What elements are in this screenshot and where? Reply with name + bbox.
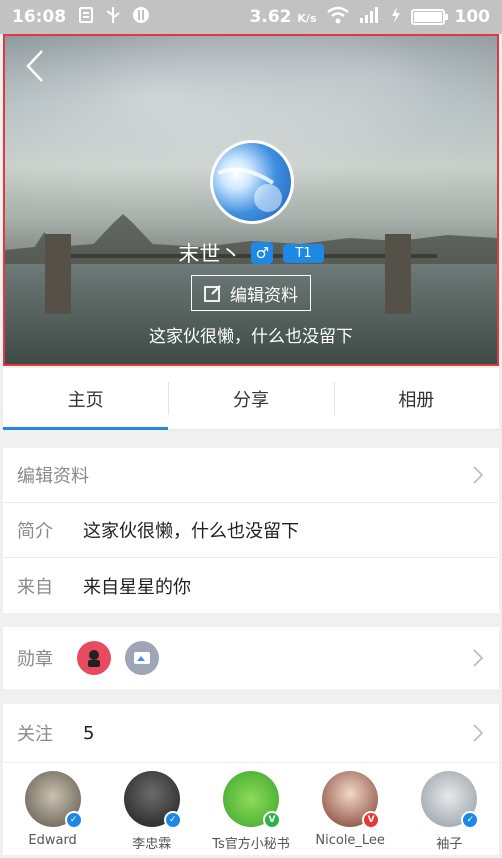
chevron-right-icon bbox=[471, 647, 485, 669]
edit-icon bbox=[204, 285, 221, 302]
info-section: 编辑资料 简介 这家伙很懒，什么也没留下 来自 来自星星的你 bbox=[3, 448, 499, 613]
following-user[interactable]: ✓ 李忠霖 bbox=[112, 771, 192, 855]
profile-name-row: 末世丶 ♂ T1 bbox=[5, 238, 497, 268]
verified-icon: ✓ bbox=[163, 811, 182, 829]
profile-tabs: 主页 分享 相册 bbox=[3, 368, 499, 430]
medals-row[interactable]: 勋章 bbox=[3, 627, 499, 689]
edit-profile-row[interactable]: 编辑资料 bbox=[3, 448, 499, 503]
back-arrow-icon bbox=[26, 50, 43, 82]
following-user[interactable]: V Nicole_Lee bbox=[310, 771, 390, 855]
medal-badge-icon bbox=[125, 641, 159, 675]
battery-percent: 100 bbox=[454, 7, 491, 27]
intro-label: 简介 bbox=[17, 521, 53, 542]
edit-profile-button[interactable]: 编辑资料 bbox=[191, 275, 311, 311]
verified-icon: ✓ bbox=[64, 811, 83, 829]
profile-tagline: 这家伙很懒，什么也没留下 bbox=[149, 327, 353, 347]
from-label: 来自 bbox=[17, 576, 53, 598]
from-value: 来自星星的你 bbox=[83, 576, 191, 598]
usb-icon bbox=[104, 6, 122, 29]
chevron-right-icon bbox=[471, 464, 485, 486]
edit-profile-label: 编辑资料 bbox=[230, 285, 298, 306]
follow-count: 5 bbox=[83, 722, 95, 744]
profile-avatar[interactable] bbox=[210, 140, 294, 224]
intro-row: 简介 这家伙很懒，什么也没留下 bbox=[3, 503, 499, 558]
back-button[interactable] bbox=[17, 46, 53, 86]
status-time: 16:08 bbox=[12, 7, 67, 27]
follow-section: 关注 5 bbox=[3, 704, 499, 762]
follow-label: 关注 bbox=[17, 724, 53, 745]
profile-name: 末世丶 bbox=[178, 242, 242, 266]
verified-icon: V bbox=[262, 811, 281, 829]
wifi-icon bbox=[326, 6, 349, 29]
chevron-right-icon bbox=[471, 722, 485, 744]
following-user[interactable]: ✓ 袖子 bbox=[409, 771, 489, 855]
avatar: ✓ bbox=[421, 771, 480, 829]
following-list: ✓ Edward ✓ 李忠霖 V Ts官方小秘书 V Nicole_Lee ✓ … bbox=[3, 763, 499, 855]
status-bar: 16:08 3.62 K/s 100 bbox=[0, 0, 502, 34]
verified-icon: V bbox=[362, 811, 381, 829]
verified-icon: ✓ bbox=[461, 811, 480, 829]
network-speed: 3.62 K/s bbox=[249, 7, 317, 27]
intro-value: 这家伙很懒，什么也没留下 bbox=[83, 521, 299, 542]
charging-icon bbox=[391, 6, 401, 28]
signal-icon bbox=[359, 6, 381, 29]
follow-row[interactable]: 关注 5 bbox=[3, 704, 499, 762]
level-badge: T1 bbox=[283, 243, 324, 263]
tab-share[interactable]: 分享 bbox=[168, 368, 333, 429]
avatar: V bbox=[322, 771, 381, 829]
tab-home[interactable]: 主页 bbox=[3, 368, 169, 430]
edit-profile-row-label: 编辑资料 bbox=[17, 466, 89, 487]
sim-card-icon bbox=[78, 6, 94, 28]
profile-header: 末世丶 ♂ T1 编辑资料 这家伙很懒，什么也没留下 bbox=[3, 34, 499, 366]
avatar: V bbox=[222, 771, 281, 829]
following-user[interactable]: V Ts官方小秘书 bbox=[211, 771, 291, 855]
app-notification-icon bbox=[132, 6, 150, 29]
male-icon: ♂ bbox=[251, 242, 274, 264]
avatar: ✓ bbox=[123, 771, 182, 829]
following-user[interactable]: ✓ Edward bbox=[13, 771, 93, 855]
medal-badge-icon bbox=[77, 641, 111, 675]
battery-icon bbox=[410, 9, 448, 25]
medals-label: 勋章 bbox=[17, 649, 53, 670]
medals-section: 勋章 bbox=[3, 627, 499, 689]
avatar: ✓ bbox=[24, 771, 83, 829]
tab-album[interactable]: 相册 bbox=[333, 368, 499, 429]
from-row: 来自 来自星星的你 bbox=[3, 558, 499, 613]
